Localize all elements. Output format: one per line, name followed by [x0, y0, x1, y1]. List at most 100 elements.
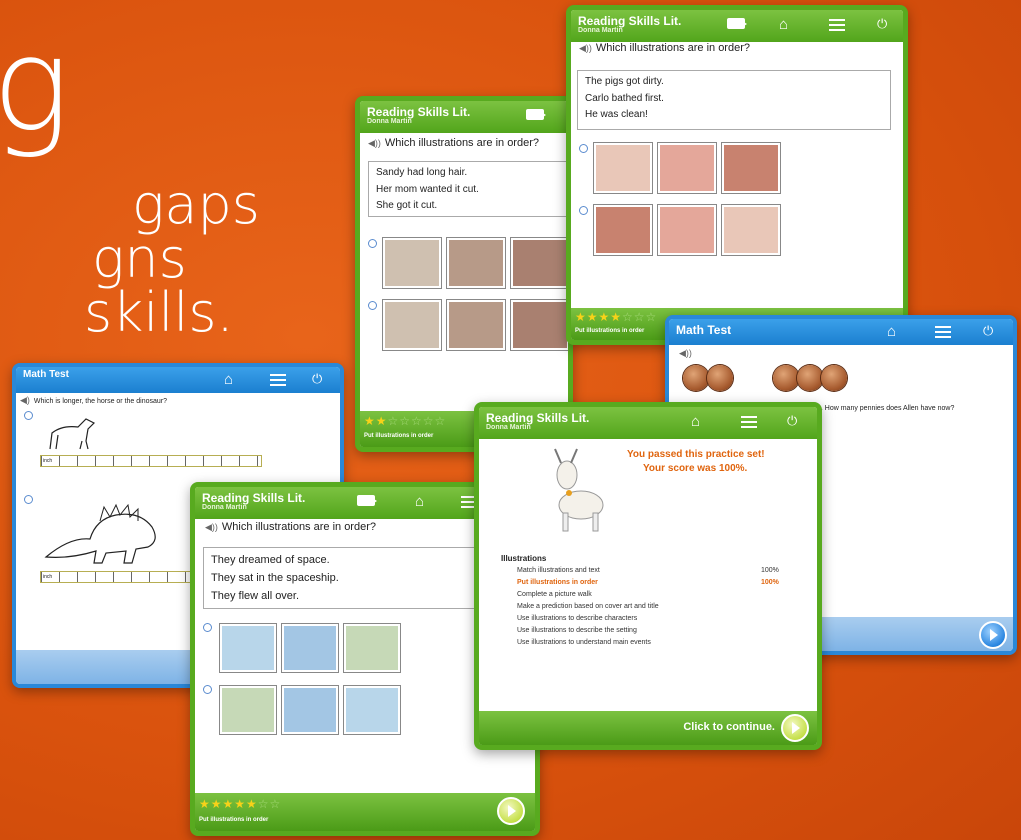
- illustration-thumb[interactable]: [510, 237, 568, 289]
- menu-icon[interactable]: [270, 374, 286, 376]
- illustration-thumb[interactable]: [382, 299, 442, 351]
- result-item: Make a prediction based on cover art and…: [517, 603, 659, 610]
- home-icon[interactable]: ⌂: [779, 17, 788, 32]
- illustration-thumb[interactable]: [721, 142, 781, 194]
- option-radio-b[interactable]: [368, 301, 377, 310]
- app-title: Reading Skills Lit.: [202, 491, 306, 505]
- illustration-thumb[interactable]: [343, 623, 401, 673]
- camera-icon[interactable]: [526, 109, 546, 120]
- star-rating: ★★★★☆☆☆: [575, 310, 658, 324]
- menu-icon[interactable]: [829, 19, 845, 21]
- illustration-thumb[interactable]: [343, 685, 401, 735]
- app-title: Math Test: [23, 369, 69, 380]
- panel-footer: Click to continue.: [479, 711, 817, 745]
- story-line: They dreamed of space.: [211, 554, 330, 566]
- app-title: Reading Skills Lit.: [367, 105, 471, 119]
- option-radio-a[interactable]: [368, 239, 377, 248]
- power-icon[interactable]: ⏻: [312, 372, 322, 385]
- hero-line-2: gns: [92, 227, 187, 290]
- illustration-thumb[interactable]: [281, 685, 339, 735]
- home-icon[interactable]: ⌂: [691, 414, 700, 429]
- activity-label: Put illustrations in order: [575, 328, 645, 334]
- student-name: Donna Martin: [367, 118, 412, 125]
- activity-label: Put illustrations in order: [199, 817, 269, 823]
- illustration-thumb[interactable]: [510, 299, 568, 351]
- story-line: Sandy had long hair.: [376, 167, 468, 178]
- power-icon[interactable]: ⏻: [787, 414, 797, 427]
- option-radio-b[interactable]: [203, 685, 212, 694]
- story-line: The pigs got dirty.: [585, 76, 664, 87]
- menu-icon[interactable]: [935, 326, 951, 328]
- app-title: Reading Skills Lit.: [578, 14, 682, 28]
- illustration-thumb[interactable]: [657, 204, 717, 256]
- activity-label: Put illustrations in order: [364, 433, 434, 439]
- speaker-icon[interactable]: ◀)): [368, 138, 381, 148]
- speaker-icon[interactable]: ◀)): [679, 347, 696, 359]
- panel-header: Reading Skills Lit. Donna Martin ⌂ ⏻: [479, 407, 817, 439]
- result-item: Match illustrations and text: [517, 567, 600, 574]
- story-line: She got it cut.: [376, 200, 438, 211]
- ruler: inch: [40, 455, 262, 467]
- power-icon[interactable]: ⏻: [983, 324, 993, 337]
- result-item: Use illustrations to describe the settin…: [517, 627, 637, 634]
- option-radio-a[interactable]: [24, 411, 33, 420]
- goat-icon: [554, 448, 604, 532]
- star-rating: ★★☆☆☆☆☆: [364, 414, 447, 428]
- illustration-thumb[interactable]: [657, 142, 717, 194]
- question-text: ◀) Which is longer, the horse or the dino…: [20, 395, 167, 405]
- home-icon[interactable]: ⌂: [224, 372, 233, 387]
- option-radio-a[interactable]: [203, 623, 212, 632]
- camera-icon[interactable]: [357, 495, 377, 506]
- story-line: He was clean!: [585, 109, 648, 120]
- penny-coin: [707, 365, 733, 391]
- results-heading: Illustrations: [501, 554, 547, 563]
- score-message: Your score was 100%.: [643, 463, 748, 474]
- panel-footer: ★★★★★☆☆ Put illustrations in order: [195, 793, 535, 831]
- illustration-thumb[interactable]: [593, 142, 653, 194]
- penny-coin: [683, 365, 709, 391]
- option-radio-b[interactable]: [24, 495, 33, 504]
- student-name: Donna Martin: [202, 504, 247, 511]
- illustration-thumb[interactable]: [219, 685, 277, 735]
- continue-label[interactable]: Click to continue.: [683, 721, 775, 733]
- option-radio-a[interactable]: [579, 144, 588, 153]
- story-box: Sandy had long hair. Her mom wanted it c…: [368, 161, 568, 217]
- illustration-thumb[interactable]: [382, 237, 442, 289]
- panel-header: Math Test ⌂ ⏻: [669, 319, 1013, 345]
- result-item: Use illustrations to describe characters: [517, 615, 638, 622]
- question-text: ◀)) Which illustrations are in order?: [368, 137, 539, 149]
- result-score: 100%: [761, 567, 779, 574]
- play-icon[interactable]: [979, 621, 1007, 649]
- illustration-thumb[interactable]: [446, 237, 506, 289]
- illustration-thumb[interactable]: [281, 623, 339, 673]
- story-box: The pigs got dirty. Carlo bathed first. …: [577, 70, 891, 130]
- illustration-thumb[interactable]: [721, 204, 781, 256]
- camera-icon[interactable]: [727, 18, 747, 29]
- continue-button[interactable]: [781, 714, 809, 742]
- illustration-thumb[interactable]: [446, 299, 506, 351]
- option-radio-b[interactable]: [579, 206, 588, 215]
- power-icon[interactable]: ⏻: [877, 17, 887, 30]
- result-score: 100%: [761, 579, 779, 586]
- illustration-thumb[interactable]: [219, 623, 277, 673]
- play-icon[interactable]: [497, 797, 525, 825]
- panel-header: Math Test ⌂ ⏻: [16, 367, 340, 393]
- panel-results: Reading Skills Lit. Donna Martin ⌂ ⏻ You…: [474, 402, 822, 750]
- question-text: e. How many pennies does Allen have now?: [817, 405, 955, 412]
- home-icon[interactable]: ⌂: [887, 324, 896, 339]
- speaker-icon[interactable]: ◀)): [205, 522, 218, 532]
- dinosaur-drawing[interactable]: [40, 497, 170, 567]
- menu-icon[interactable]: [741, 416, 757, 418]
- hero-line-3: skills.: [84, 281, 234, 344]
- horse-drawing[interactable]: [42, 413, 102, 455]
- home-icon[interactable]: ⌂: [415, 494, 424, 509]
- illustration-thumb[interactable]: [593, 204, 653, 256]
- speaker-icon[interactable]: ◀)): [579, 43, 592, 53]
- question-text: ◀)) Which illustrations are in order?: [579, 42, 750, 54]
- student-name: Donna Martin: [578, 27, 623, 34]
- result-item: Put illustrations in order: [517, 579, 598, 586]
- panel-sandy: Reading Skills Lit. Donna Martin ◀)) Whic…: [355, 96, 573, 452]
- penny-coin: [821, 365, 847, 391]
- result-item: Complete a picture walk: [517, 591, 592, 598]
- pass-message: You passed this practice set!: [627, 449, 765, 460]
